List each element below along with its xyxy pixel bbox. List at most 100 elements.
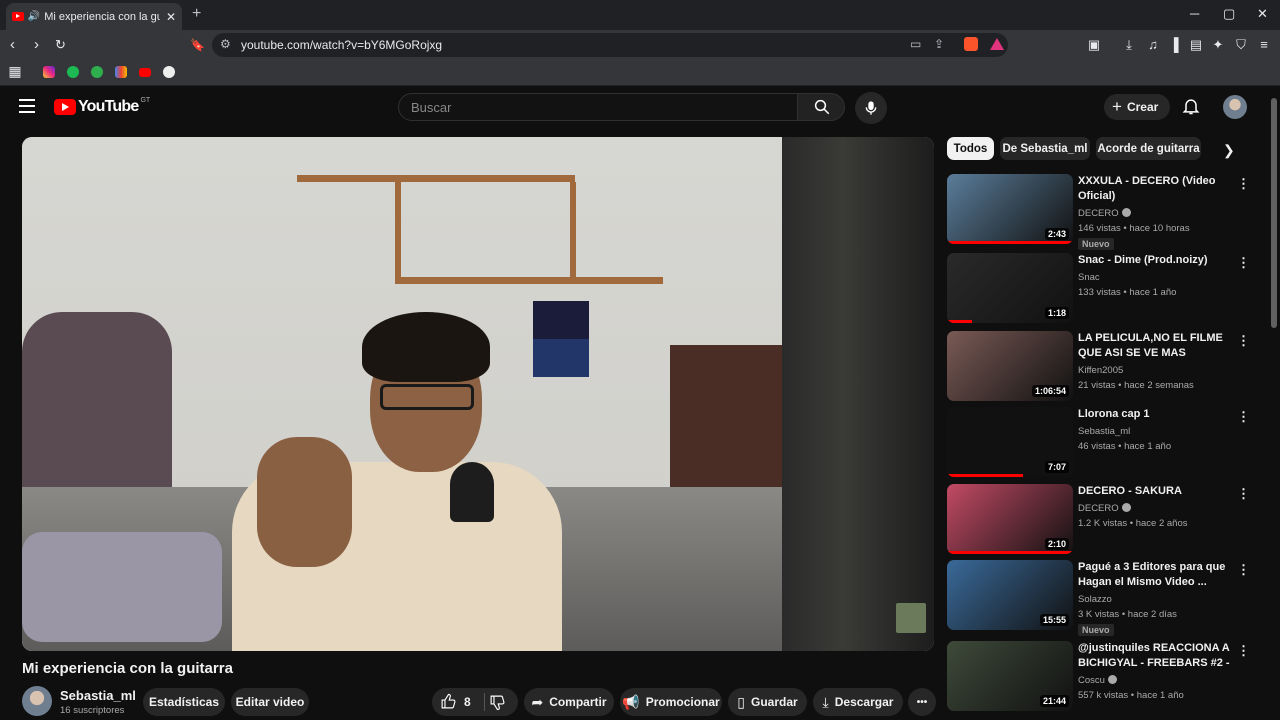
bookmark-icon[interactable]: 🔖	[190, 38, 205, 52]
recommendation-title[interactable]: LA PELICULA,NO EL FILME QUE ASI SE VE MA…	[1078, 331, 1236, 360]
like-button[interactable]: 8	[440, 693, 471, 710]
notifications-bell-icon[interactable]	[1181, 96, 1201, 116]
downloads-icon[interactable]: ⤓	[1121, 37, 1137, 53]
reader-mode-icon[interactable]: ▣	[1086, 37, 1102, 53]
channel-name[interactable]: Sebastia_ml	[60, 688, 136, 703]
recommendation-channel[interactable]: DECERO	[1078, 208, 1131, 219]
media-icon[interactable]: ♫	[1145, 37, 1161, 53]
recommendation-item[interactable]: 15:55 Pagué a 3 Editores para que Hagan e…	[947, 560, 1257, 636]
chip-from-channel[interactable]: De Sebastia_ml	[1000, 137, 1090, 160]
menu-icon[interactable]: ≡	[1256, 37, 1272, 53]
chip-guitar-chord[interactable]: Acorde de guitarra	[1096, 137, 1201, 160]
address-bar[interactable]: ⚙ youtube.com/watch?v=bY6MGoRojxg ▭ ⇪	[212, 33, 1008, 57]
bookmark-40-icon[interactable]	[91, 66, 103, 78]
save-button[interactable]: ▯ Guardar	[728, 688, 807, 716]
instagram-bookmark-icon[interactable]	[43, 66, 55, 78]
close-tab-icon[interactable]: ✕	[166, 10, 176, 24]
minimize-window-button[interactable]: ─	[1190, 6, 1199, 21]
brave-rewards-icon[interactable]	[990, 38, 1004, 50]
recommendation-channel[interactable]: Coscu	[1078, 675, 1117, 686]
video-thumbnail[interactable]: 21:44	[947, 641, 1073, 711]
recommendation-title[interactable]: XXXULA - DECERO (Video Oficial)	[1078, 174, 1236, 203]
more-options-icon[interactable]: ⋮	[1237, 643, 1250, 659]
site-info-icon[interactable]: ⚙	[220, 37, 231, 51]
download-button[interactable]: ⤓ Descargar	[813, 688, 903, 716]
recommendation-meta: 1.2 K vistas • hace 2 años	[1078, 518, 1188, 529]
gmail-bookmark-icon[interactable]	[115, 66, 127, 78]
recommendation-title[interactable]: Pagué a 3 Editores para que Hagan el Mis…	[1078, 560, 1236, 589]
recommendation-item[interactable]: 2:43 XXXULA - DECERO (Video Oficial) DECER…	[947, 174, 1257, 250]
video-thumbnail[interactable]: 2:43	[947, 174, 1073, 244]
more-options-icon[interactable]: ⋮	[1237, 562, 1250, 578]
recommendation-channel[interactable]: DECERO	[1078, 503, 1131, 514]
recommendation-title[interactable]: DECERO - SAKURA	[1078, 484, 1236, 499]
vpn-icon[interactable]: ⛉	[1233, 37, 1249, 53]
stats-button[interactable]: Estadísticas	[143, 688, 225, 716]
video-thumbnail[interactable]: 15:55	[947, 560, 1073, 630]
video-thumbnail[interactable]: 1:18	[947, 253, 1073, 323]
duration-badge: 7:07	[1044, 461, 1069, 473]
audio-playing-icon[interactable]: 🔊	[28, 11, 40, 22]
channel-avatar[interactable]	[22, 686, 52, 716]
page-scrollbar[interactable]	[1271, 98, 1277, 328]
recommendation-item[interactable]: 7:07 Llorona cap 1 Sebastia_ml 46 vistas • …	[947, 407, 1257, 481]
new-tab-button[interactable]: +	[192, 5, 201, 23]
search-input[interactable]: Buscar	[398, 93, 798, 121]
more-options-icon[interactable]: ⋮	[1237, 409, 1250, 425]
close-window-button[interactable]: ✕	[1257, 6, 1268, 22]
apps-grid-icon[interactable]: ▦	[7, 63, 23, 79]
create-button[interactable]: + Crear	[1104, 94, 1170, 120]
more-actions-button[interactable]: •••	[908, 688, 936, 716]
forward-icon[interactable]: ›	[34, 36, 39, 53]
account-avatar[interactable]	[1223, 95, 1247, 119]
sidebar-icon[interactable]: ▐	[1166, 37, 1182, 53]
more-options-icon[interactable]: ⋮	[1237, 486, 1250, 502]
more-options-icon[interactable]: ⋮	[1237, 255, 1250, 271]
new-badge: Nuevo	[1078, 238, 1114, 250]
spotify-bookmark-icon[interactable]	[67, 66, 79, 78]
youtube-bookmark-icon[interactable]	[139, 68, 151, 77]
guide-menu-icon[interactable]	[19, 99, 35, 117]
search-button[interactable]	[797, 93, 845, 121]
promote-button[interactable]: 📢 Promocionar	[620, 688, 722, 716]
recommendation-channel[interactable]: Sebastia_ml	[1078, 426, 1130, 437]
url-text[interactable]: youtube.com/watch?v=bY6MGoRojxg	[241, 38, 442, 52]
youtube-logo[interactable]: YouTube GT	[54, 97, 150, 116]
verified-icon	[1121, 208, 1131, 217]
video-thumbnail[interactable]: 7:07	[947, 407, 1073, 477]
recommendation-channel[interactable]: Snac	[1078, 272, 1100, 283]
recommendation-title[interactable]: @justinquiles REACCIONA A BICHIGYAL - FR…	[1078, 641, 1236, 670]
voice-search-button[interactable]	[855, 92, 887, 124]
recommendation-title[interactable]: Llorona cap 1	[1078, 407, 1236, 422]
recommendation-channel[interactable]: Solazzo	[1078, 594, 1112, 605]
recommendation-title[interactable]: Snac - Dime (Prod.noizy)	[1078, 253, 1236, 268]
recommendation-item[interactable]: 1:06:54 LA PELICULA,NO EL FILME QUE ASI S…	[947, 331, 1257, 405]
recommendation-channel[interactable]: Kiffen2005	[1078, 365, 1123, 376]
leo-ai-icon[interactable]: ✦	[1210, 37, 1226, 53]
reload-icon[interactable]: ↻	[55, 37, 66, 53]
video-thumbnail[interactable]: 1:06:54	[947, 331, 1073, 401]
video-thumbnail[interactable]: 2:10	[947, 484, 1073, 554]
video-player[interactable]	[22, 137, 934, 651]
more-options-icon[interactable]: ⋮	[1237, 176, 1250, 192]
recommendation-item[interactable]: 21:44 @justinquiles REACCIONA A BICHIGYAL…	[947, 641, 1257, 715]
channel-watermark[interactable]	[896, 603, 926, 633]
share-page-icon[interactable]: ⇪	[934, 37, 944, 51]
video-frame-shelf	[570, 182, 576, 282]
thumbs-down-icon[interactable]	[489, 694, 506, 711]
chevron-right-icon[interactable]: ❯	[1223, 142, 1235, 159]
back-icon[interactable]: ‹	[10, 36, 15, 53]
wallet-icon[interactable]: ▤	[1188, 37, 1204, 53]
maximize-window-button[interactable]: ▢	[1223, 6, 1235, 22]
chatgpt-bookmark-icon[interactable]	[163, 66, 175, 78]
recommendation-item[interactable]: 2:10 DECERO - SAKURA DECERO 1.2 K vistas • …	[947, 484, 1257, 558]
brave-shields-icon[interactable]	[964, 37, 978, 51]
recommendation-item[interactable]: 1:18 Snac - Dime (Prod.noizy) Snac 133 vist…	[947, 253, 1257, 327]
edit-video-button[interactable]: Editar video	[231, 688, 309, 716]
chip-all[interactable]: Todos	[947, 137, 994, 160]
cast-icon[interactable]: ▭	[910, 37, 921, 51]
share-button[interactable]: ➦ Compartir	[524, 688, 614, 716]
browser-tab[interactable]: 🔊 Mi experiencia con la guitarra ✕	[6, 3, 182, 30]
edit-video-label: Editar video	[235, 695, 305, 709]
more-options-icon[interactable]: ⋮	[1237, 333, 1250, 349]
